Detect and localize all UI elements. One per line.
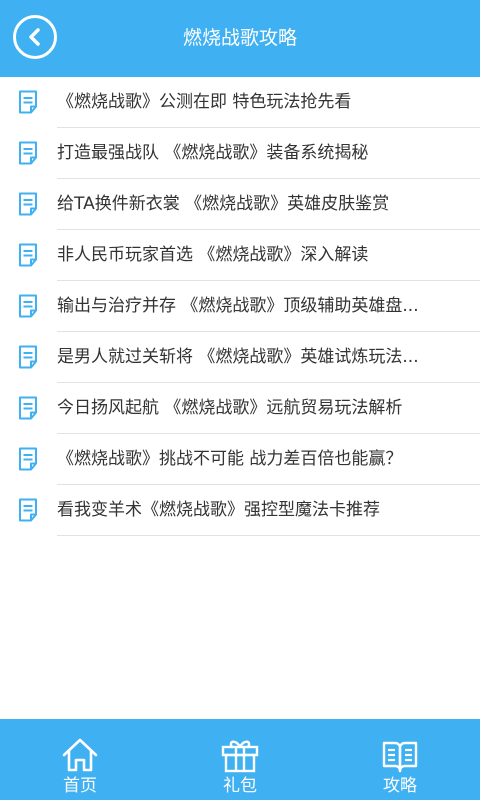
document-icon xyxy=(19,243,37,267)
tab-guide[interactable]: 攻略 xyxy=(320,719,480,800)
divider xyxy=(57,535,480,536)
document-icon xyxy=(19,447,37,471)
tab-home[interactable]: 首页 xyxy=(0,719,160,800)
article-title: 《燃烧战歌》挑战不可能 战力差百倍也能赢？ xyxy=(57,449,403,469)
article-title: 《燃烧战歌》公测在即 特色玩法抢先看 xyxy=(57,92,352,112)
list-item[interactable]: 《燃烧战歌》挑战不可能 战力差百倍也能赢？ xyxy=(0,434,480,485)
article-list: 《燃烧战歌》公测在即 特色玩法抢先看 打造最强战队 《燃烧战歌》装备系统揭秘 给… xyxy=(0,77,480,536)
list-item[interactable]: 给TA换件新衣裳 《燃烧战歌》英雄皮肤鉴赏 xyxy=(0,179,480,230)
app-header: 燃烧战歌攻略 xyxy=(0,0,480,77)
document-icon xyxy=(19,192,37,216)
article-title: 今日扬风起航 《燃烧战歌》远航贸易玩法解析 xyxy=(57,398,403,418)
article-title: 给TA换件新衣裳 《燃烧战歌》英雄皮肤鉴赏 xyxy=(57,194,390,214)
document-icon xyxy=(19,90,37,114)
bottom-tab-bar: 首页 礼包 攻略 xyxy=(0,719,480,800)
document-icon xyxy=(19,141,37,165)
list-item[interactable]: 《燃烧战歌》公测在即 特色玩法抢先看 xyxy=(0,77,480,128)
home-icon xyxy=(62,738,98,772)
gift-icon xyxy=(221,740,259,773)
document-icon xyxy=(19,345,37,369)
tab-guide-label: 攻略 xyxy=(383,776,417,796)
tab-home-label: 首页 xyxy=(63,776,97,796)
list-item[interactable]: 看我变羊术《燃烧战歌》强控型魔法卡推荐 xyxy=(0,485,480,536)
list-item[interactable]: 非人民币玩家首选 《燃烧战歌》深入解读 xyxy=(0,230,480,281)
article-title: 输出与治疗并存 《燃烧战歌》顶级辅助英雄盘... xyxy=(57,296,419,316)
article-title: 看我变羊术《燃烧战歌》强控型魔法卡推荐 xyxy=(57,500,380,520)
document-icon xyxy=(19,396,37,420)
document-icon xyxy=(19,498,37,522)
list-item[interactable]: 打造最强战队 《燃烧战歌》装备系统揭秘 xyxy=(0,128,480,179)
article-title: 打造最强战队 《燃烧战歌》装备系统揭秘 xyxy=(57,143,369,163)
book-icon xyxy=(382,741,418,773)
article-title: 是男人就过关斩将 《燃烧战歌》英雄试炼玩法... xyxy=(57,347,419,367)
document-icon xyxy=(19,294,37,318)
list-item[interactable]: 是男人就过关斩将 《燃烧战歌》英雄试炼玩法... xyxy=(0,332,480,383)
tab-gift[interactable]: 礼包 xyxy=(160,719,320,800)
article-title: 非人民币玩家首选 《燃烧战歌》深入解读 xyxy=(57,245,369,265)
list-item[interactable]: 输出与治疗并存 《燃烧战歌》顶级辅助英雄盘... xyxy=(0,281,480,332)
tab-gift-label: 礼包 xyxy=(223,776,257,796)
page-title: 燃烧战歌攻略 xyxy=(182,27,297,49)
list-item[interactable]: 今日扬风起航 《燃烧战歌》远航贸易玩法解析 xyxy=(0,383,480,434)
